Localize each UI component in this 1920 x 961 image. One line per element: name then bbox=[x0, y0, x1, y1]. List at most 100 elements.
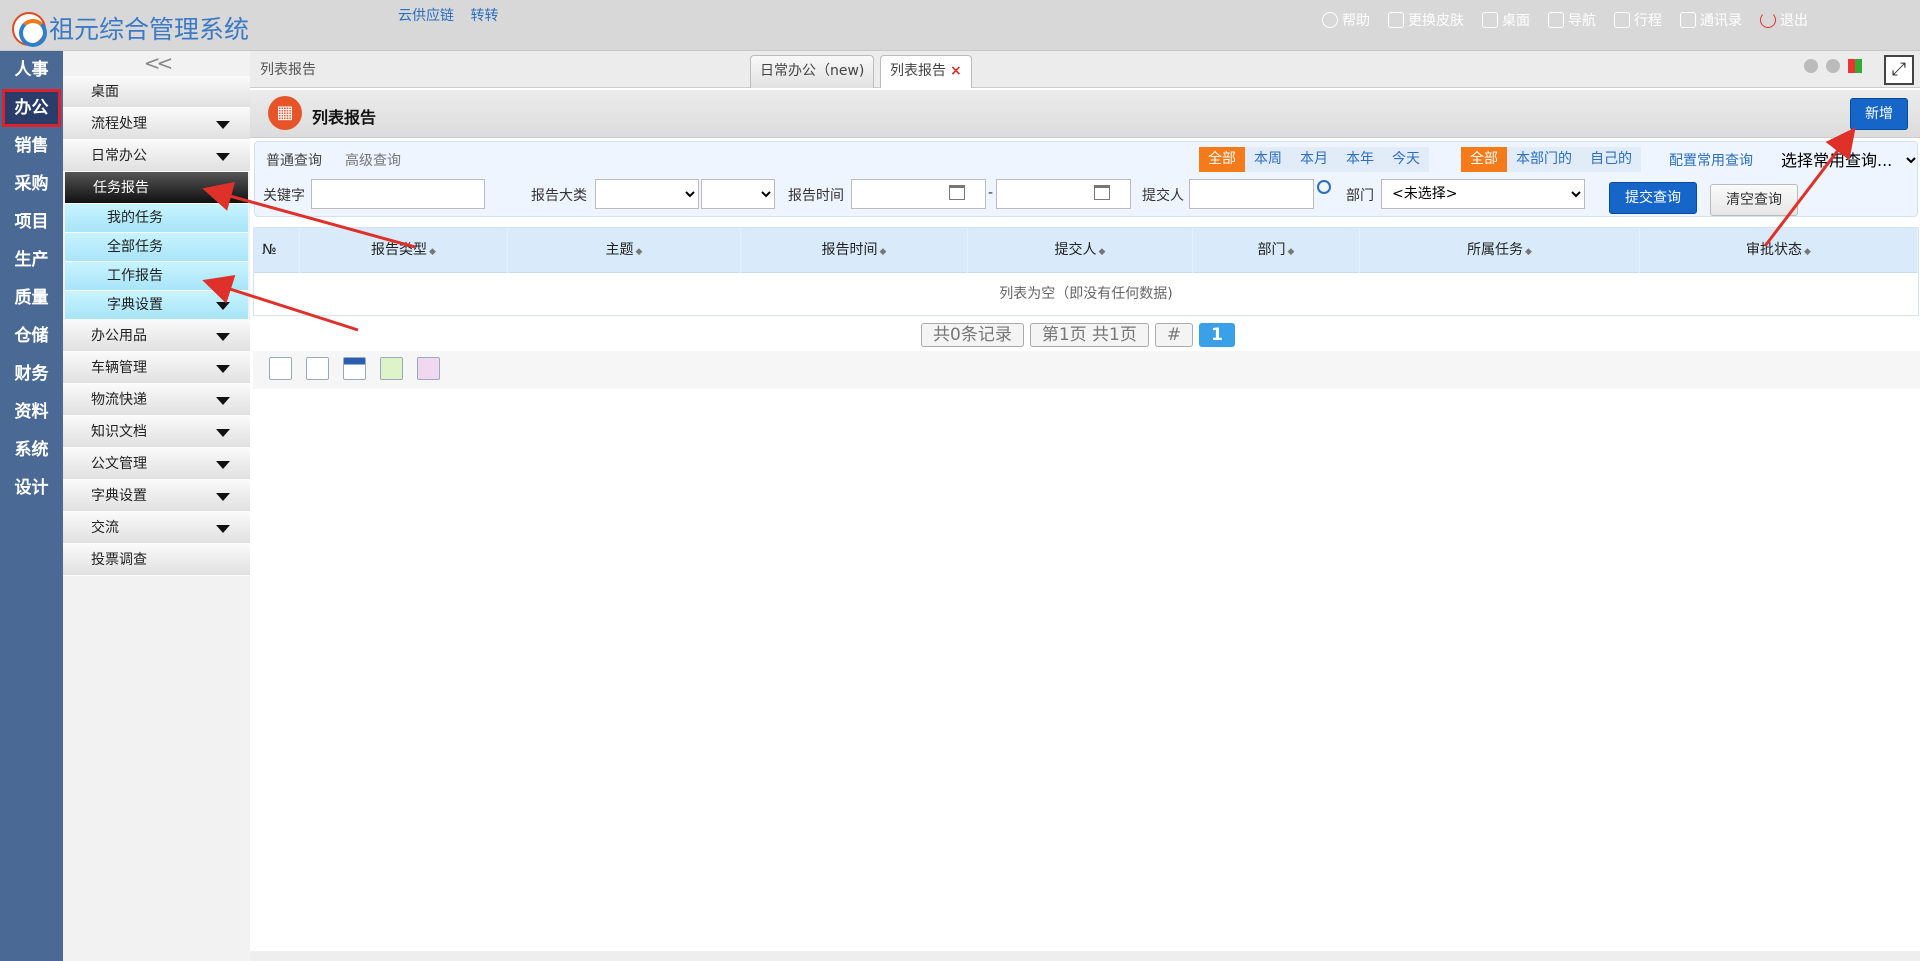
col-submitter[interactable]: 提交人 ◆ bbox=[968, 228, 1193, 273]
fullscreen-icon[interactable]: ⤢ bbox=[1884, 55, 1914, 85]
top-bar: 祖元综合管理系统 云供应链 转转 帮助 更换皮肤 桌面 导航 行程 通讯录 退出 bbox=[0, 0, 1920, 51]
common-query-select[interactable]: 选择常用查询... bbox=[1777, 147, 1919, 173]
dept-select[interactable]: <未选择> bbox=[1381, 179, 1585, 209]
start-date-input[interactable] bbox=[851, 179, 986, 209]
nav-production[interactable]: 生产 bbox=[0, 241, 63, 279]
menu-desktop[interactable]: 桌面 bbox=[1482, 10, 1530, 30]
scope-filter-all[interactable]: 全部 bbox=[1461, 147, 1507, 172]
breadcrumb: 列表报告 bbox=[260, 62, 316, 78]
sidebar-item-task-report[interactable]: 任务报告 bbox=[65, 172, 248, 204]
sidebar-subitem-dict-settings[interactable]: 字典设置 bbox=[65, 291, 248, 320]
caret-down-icon bbox=[216, 302, 230, 310]
search-icon[interactable] bbox=[1317, 180, 1331, 194]
subcategory-select[interactable] bbox=[701, 179, 775, 209]
sidebar-subitem-all-tasks[interactable]: 全部任务 bbox=[65, 233, 248, 262]
submit-query-button[interactable]: 提交查询 bbox=[1609, 182, 1697, 214]
nav-office[interactable]: 办公 bbox=[2, 89, 61, 127]
sidebar-item-logistics[interactable]: 物流快递 bbox=[63, 384, 250, 416]
nav-hr[interactable]: 人事 bbox=[0, 51, 63, 89]
nav-quality[interactable]: 质量 bbox=[0, 279, 63, 317]
nav-sales[interactable]: 销售 bbox=[0, 127, 63, 165]
menu-nav[interactable]: 导航 bbox=[1548, 10, 1596, 30]
menu-contacts[interactable]: 通讯录 bbox=[1680, 10, 1742, 30]
sidebar-subitem-my-tasks[interactable]: 我的任务 bbox=[65, 204, 248, 233]
page-title: 列表报告 bbox=[312, 108, 377, 127]
time-filter-month[interactable]: 本月 bbox=[1291, 147, 1337, 172]
end-date-input[interactable] bbox=[996, 179, 1131, 209]
help-icon bbox=[1322, 12, 1338, 28]
clear-query-button[interactable]: 清空查询 bbox=[1710, 184, 1798, 216]
link-cloud-supply[interactable]: 云供应链 bbox=[398, 8, 454, 24]
edit-icon[interactable] bbox=[380, 357, 403, 380]
sidebar-item-documents[interactable]: 公文管理 bbox=[63, 448, 250, 480]
nav-finance[interactable]: 财务 bbox=[0, 355, 63, 393]
document-icon[interactable] bbox=[306, 357, 329, 380]
tab-nav-controls bbox=[1804, 59, 1862, 73]
sidebar-item-workflow[interactable]: 流程处理 bbox=[63, 108, 250, 140]
sidebar-collapse-button[interactable]: << bbox=[63, 51, 250, 76]
puzzle-icon[interactable] bbox=[417, 357, 440, 380]
sidebar-item-dict-settings[interactable]: 字典设置 bbox=[63, 480, 250, 512]
menu-help[interactable]: 帮助 bbox=[1322, 10, 1370, 30]
sidebar-item-communication[interactable]: 交流 bbox=[63, 512, 250, 544]
sidebar-item-daily-office[interactable]: 日常办公 bbox=[63, 140, 250, 172]
time-filter-today[interactable]: 今天 bbox=[1383, 147, 1429, 172]
sidebar-item-office-supplies[interactable]: 办公用品 bbox=[63, 320, 250, 352]
sidebar-subitem-work-report[interactable]: 工作报告 bbox=[65, 262, 248, 291]
col-dept[interactable]: 部门 ◆ bbox=[1193, 228, 1360, 273]
close-icon[interactable]: × bbox=[950, 63, 962, 79]
sidebar-item-voting[interactable]: 投票调查 bbox=[63, 544, 250, 576]
tab-normal-query[interactable]: 普通查询 bbox=[266, 150, 322, 170]
add-button[interactable]: 新增 bbox=[1850, 98, 1908, 130]
calendar-icon bbox=[1614, 12, 1630, 28]
nav-project[interactable]: 项目 bbox=[0, 203, 63, 241]
scope-filter-dept[interactable]: 本部门的 bbox=[1507, 147, 1581, 172]
tab-daily-office[interactable]: 日常办公（new) bbox=[750, 55, 875, 88]
col-subject[interactable]: 主题 ◆ bbox=[508, 228, 741, 273]
tab-prev-icon[interactable] bbox=[1804, 59, 1818, 73]
sort-icon: ◆ bbox=[1804, 247, 1811, 257]
col-task[interactable]: 所属任务 ◆ bbox=[1360, 228, 1640, 273]
sidebar-item-vehicles[interactable]: 车辆管理 bbox=[63, 352, 250, 384]
menu-schedule[interactable]: 行程 bbox=[1614, 10, 1662, 30]
contacts-icon bbox=[1680, 12, 1696, 28]
link-zhuanzhuan[interactable]: 转转 bbox=[470, 8, 498, 24]
nav-purchase[interactable]: 采购 bbox=[0, 165, 63, 203]
grid-icon bbox=[1548, 12, 1564, 28]
nav-warehouse[interactable]: 仓储 bbox=[0, 317, 63, 355]
tab-grid-icon[interactable] bbox=[1848, 59, 1862, 73]
table-icon[interactable] bbox=[343, 357, 366, 380]
pager-goto[interactable]: # bbox=[1154, 323, 1194, 347]
tab-advanced-query[interactable]: 高级查询 bbox=[345, 150, 401, 170]
sidebar-item-knowledge[interactable]: 知识文档 bbox=[63, 416, 250, 448]
pager: 共0条记录 第1页 共1页 # 1 bbox=[921, 323, 1235, 347]
category-select[interactable] bbox=[595, 179, 699, 209]
time-filter-week[interactable]: 本周 bbox=[1245, 147, 1291, 172]
calendar-icon[interactable] bbox=[1094, 185, 1110, 200]
col-report-time[interactable]: 报告时间 ◆ bbox=[741, 228, 968, 273]
col-no[interactable]: № bbox=[254, 228, 300, 273]
tab-list-report[interactable]: 列表报告 × bbox=[880, 55, 972, 88]
sidebar-item-desktop[interactable]: 桌面 bbox=[63, 76, 250, 108]
pager-page-1[interactable]: 1 bbox=[1199, 323, 1235, 347]
menu-skin[interactable]: 更换皮肤 bbox=[1388, 10, 1464, 30]
col-approval-status[interactable]: 审批状态 ◆ bbox=[1640, 228, 1918, 273]
nav-design[interactable]: 设计 bbox=[0, 469, 63, 507]
keyword-input[interactable] bbox=[311, 179, 485, 209]
config-common-query-link[interactable]: 配置常用查询 bbox=[1669, 150, 1753, 170]
select-icon[interactable] bbox=[269, 357, 292, 380]
submitter-input[interactable] bbox=[1189, 179, 1314, 209]
nav-system[interactable]: 系统 bbox=[0, 431, 63, 469]
tab-strip: 列表报告 日常办公（new) 列表报告 × ⤢ bbox=[250, 51, 1920, 88]
menu-logout[interactable]: 退出 bbox=[1760, 10, 1808, 30]
nav-materials[interactable]: 资料 bbox=[0, 393, 63, 431]
scope-filter-mine[interactable]: 自己的 bbox=[1581, 147, 1641, 172]
time-filter-all[interactable]: 全部 bbox=[1199, 147, 1245, 172]
tab-next-icon[interactable] bbox=[1826, 59, 1840, 73]
time-filter-year[interactable]: 本年 bbox=[1337, 147, 1383, 172]
app-title: 祖元综合管理系统 bbox=[49, 15, 250, 44]
col-report-type[interactable]: 报告类型 ◆ bbox=[300, 228, 508, 273]
scope-filter-group: 全部 本部门的 自己的 bbox=[1461, 147, 1641, 172]
dept-label: 部门 bbox=[1346, 188, 1374, 204]
calendar-icon[interactable] bbox=[949, 185, 965, 200]
